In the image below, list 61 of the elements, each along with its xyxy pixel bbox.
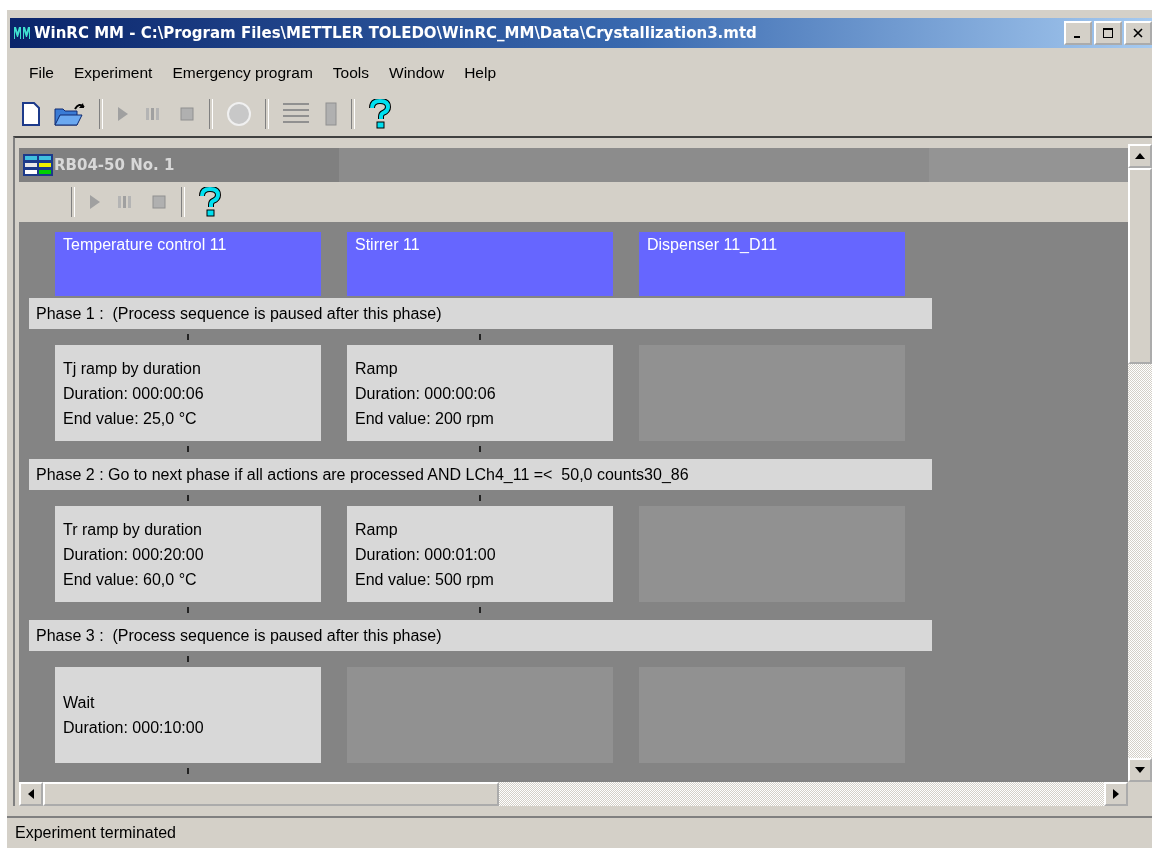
action-text: End value: 25,0 °C	[63, 408, 198, 429]
action-text: Ramp	[355, 519, 399, 540]
vertical-scrollbar[interactable]	[1128, 144, 1152, 782]
window-title: WinRC MM - C:\Program Files\METTLER TOLEDO\WinRC_MM\Data\Crystallization3.mtd	[34, 24, 758, 42]
up-arrow-icon	[1135, 153, 1145, 159]
app-logo-icon	[13, 26, 31, 40]
column-header: Stirrer 11	[347, 232, 613, 296]
menu-item[interactable]: Tools	[324, 64, 381, 82]
stop-icon[interactable]	[149, 192, 169, 212]
scroll-left-button[interactable]	[19, 782, 43, 806]
action-card[interactable]: Ramp Duration: 000:01:00 End value: 500 rpm	[347, 506, 613, 602]
action-card[interactable]: Wait Duration: 000:10:00	[55, 667, 321, 763]
action-text: Duration: 000:20:00	[63, 544, 205, 565]
column-header: Dispenser 11_D11	[639, 232, 905, 296]
menu-item[interactable]: Window	[381, 64, 457, 82]
new-document-icon[interactable]	[21, 102, 41, 126]
down-arrow-icon	[1135, 767, 1145, 773]
maximize-button[interactable]	[1094, 21, 1122, 45]
open-folder-icon[interactable]	[53, 101, 87, 127]
action-text: End value: 500 rpm	[355, 569, 495, 590]
action-card[interactable]: Tj ramp by duration Duration: 000:00:06 End value: 25,0 °C	[55, 345, 321, 441]
help-icon[interactable]	[197, 187, 223, 217]
action-text: Ramp	[355, 358, 399, 379]
record-icon[interactable]	[225, 100, 253, 128]
help-icon[interactable]	[367, 99, 393, 129]
scrollbar-thumb[interactable]	[1128, 168, 1152, 364]
action-text: Duration: 000:01:00	[355, 544, 497, 565]
stop-icon[interactable]	[177, 104, 197, 124]
action-text: Duration: 000:10:00	[63, 718, 205, 738]
minimize-icon	[1074, 36, 1080, 38]
right-arrow-icon	[1113, 789, 1119, 799]
phase-bar: Phase 3 : (Process sequence is paused after this phase)	[29, 620, 932, 651]
menu-item[interactable]: Emergency program	[164, 64, 325, 82]
menu-item[interactable]: Help	[456, 64, 509, 82]
left-arrow-icon	[28, 789, 34, 799]
phase-bar: Phase 2 : Go to next phase if all actions are processed AND LCh4_11 =< 50,0 counts30_86	[29, 459, 932, 490]
action-text: Duration: 000:00:06	[63, 383, 205, 404]
scroll-up-button[interactable]	[1128, 144, 1152, 168]
panel-icon[interactable]	[323, 100, 339, 128]
child-window-title: RB04-50 No. 1	[54, 156, 175, 174]
action-text: End value: 60,0 °C	[63, 569, 198, 590]
action-text: Wait	[63, 693, 96, 713]
close-button[interactable]	[1124, 21, 1152, 45]
scrollbar-thumb[interactable]	[43, 782, 499, 806]
horizontal-scrollbar[interactable]	[19, 782, 1128, 806]
scroll-right-button[interactable]	[1104, 782, 1128, 806]
maximize-icon	[1103, 28, 1113, 38]
menu-item[interactable]: File	[23, 64, 66, 82]
status-text: Experiment terminated	[15, 824, 176, 841]
action-text: Tr ramp by duration	[63, 519, 203, 540]
action-card[interactable]: Tr ramp by duration Duration: 000:20:00 End value: 60,0 °C	[55, 506, 321, 602]
column-header: Temperature control 11	[55, 232, 321, 296]
action-text: End value: 200 rpm	[355, 408, 495, 429]
close-icon	[1133, 28, 1143, 38]
phase-bar: Phase 1 : (Process sequence is paused after this phase)	[29, 298, 932, 329]
scroll-down-button[interactable]	[1128, 758, 1152, 782]
action-text: Duration: 000:00:06	[355, 383, 497, 404]
action-text: Tj ramp by duration	[63, 358, 202, 379]
menu-item[interactable]: Experiment	[66, 64, 165, 82]
action-card[interactable]: Ramp Duration: 000:00:06 End value: 200 rpm	[347, 345, 613, 441]
grid-icon	[23, 154, 53, 176]
